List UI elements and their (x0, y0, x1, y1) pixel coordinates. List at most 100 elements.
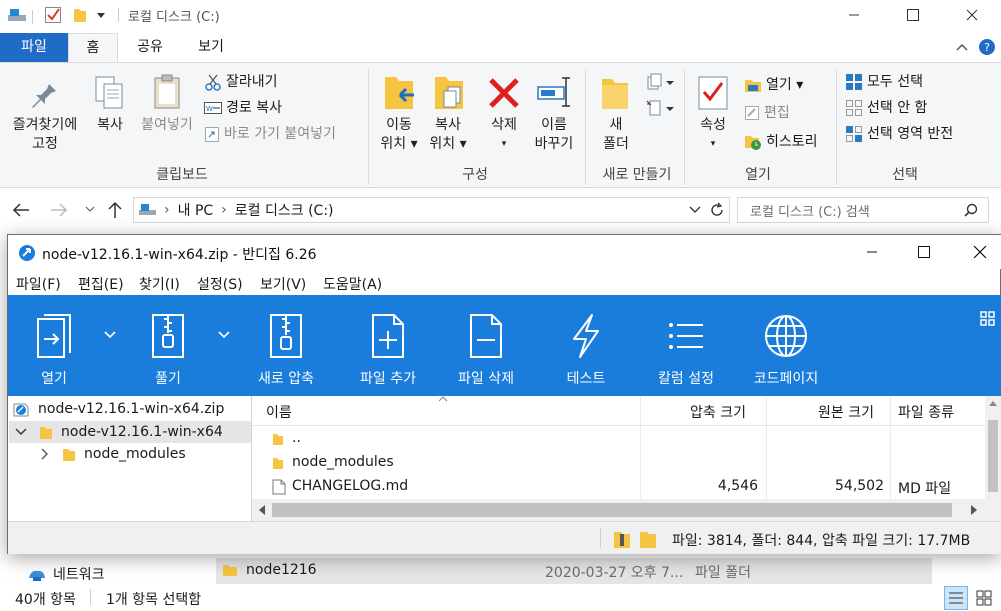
menu-edit[interactable]: 편집(E) (78, 274, 124, 294)
help-icon[interactable]: ? (978, 38, 996, 56)
tree-collapsed-chevron-icon[interactable] (40, 448, 50, 460)
file-list-row[interactable]: node1216 2020-03-27 오후 7... 파일 폴더 (216, 558, 932, 584)
invert-selection-icon (845, 125, 863, 143)
toolbar-columns-label: 칼럼 설정 (658, 371, 714, 387)
new-folder-qat-icon[interactable] (72, 6, 88, 24)
tree-expanded-chevron-icon[interactable] (15, 427, 27, 437)
details-view-icon[interactable] (944, 586, 968, 610)
bz-maximize-button[interactable] (900, 237, 948, 267)
move-to-button[interactable]: 이동 위치 ▾ (372, 116, 426, 154)
column-header-original-size[interactable]: 원본 크기 (818, 402, 874, 422)
layout-grid-icon[interactable] (980, 311, 996, 327)
breadcrumb-chevron-icon[interactable]: › (164, 202, 170, 218)
scroll-up-icon[interactable] (989, 400, 997, 406)
organize-group-title: 구성 (462, 167, 488, 183)
cut-button[interactable]: 잘라내기 (204, 72, 278, 92)
column-header-packed-size[interactable]: 압축 크기 (690, 402, 746, 422)
toolbar-test-label: 테스트 (566, 371, 606, 387)
breadcrumb-chevron-icon[interactable]: › (221, 202, 227, 218)
vertical-scrollbar[interactable] (985, 396, 1001, 521)
properties-button[interactable]: 속성 ▾ (690, 116, 736, 154)
list-item[interactable]: node_modules (252, 451, 985, 475)
edit-button[interactable]: 편집 (744, 103, 790, 123)
close-button[interactable] (948, 0, 996, 30)
pin-to-quick-access-button[interactable]: 즐겨찾기에 고정 (6, 116, 84, 154)
history-button[interactable]: 히스토리 (744, 132, 818, 152)
properties-check-icon[interactable] (44, 6, 62, 24)
new-folder-button[interactable]: 새 폴더 (594, 116, 638, 154)
list-header: 이름 압축 크기 원본 크기 파일 종류 (252, 396, 985, 426)
tree-item-root-folder[interactable]: node-v12.16.1-win-x64 (9, 421, 251, 443)
toolbar-columns-button[interactable]: 칼럼 설정 (648, 295, 724, 396)
rename-button[interactable]: 이름 바꾸기 (528, 116, 580, 154)
horizontal-scrollbar[interactable] (252, 499, 985, 521)
easy-access-icon[interactable] (646, 99, 676, 117)
search-icon[interactable] (964, 203, 978, 217)
qat-dropdown-icon[interactable] (96, 8, 106, 26)
toolbar-test-button[interactable]: 테스트 (552, 295, 620, 396)
open-button[interactable]: 열기 ▾ (744, 75, 803, 95)
bz-close-button[interactable] (956, 237, 1001, 267)
minimize-button[interactable] (830, 0, 878, 30)
group-separator (585, 69, 586, 185)
large-icons-view-icon[interactable] (972, 586, 996, 610)
new-item-icon[interactable] (646, 73, 676, 91)
menu-file[interactable]: 파일(F) (16, 274, 61, 294)
delete-button[interactable]: 삭제 ▾ (482, 116, 526, 154)
tree-item-archive[interactable]: node-v12.16.1-win-x64.zip (12, 398, 224, 420)
address-dropdown-icon[interactable] (689, 204, 701, 214)
menu-find[interactable]: 찾기(I) (139, 274, 180, 294)
maximize-button[interactable] (889, 0, 937, 30)
scrollbar-thumb[interactable] (988, 420, 998, 492)
toolbar-add-file-button[interactable]: 파일 추가 (348, 295, 428, 396)
bz-minimize-button[interactable] (848, 237, 896, 267)
paste-shortcut-button[interactable]: 바로 가기 붙여넣기 (204, 124, 336, 144)
nav-pane-network[interactable]: 네트워크 (27, 564, 105, 584)
up-arrow-icon[interactable] (107, 201, 123, 219)
search-input[interactable]: 로컬 디스크 (C:) 검색 (737, 197, 989, 223)
invert-selection-button[interactable]: 선택 영역 반전 (845, 124, 953, 144)
clipboard-group-title: 클립보드 (156, 167, 208, 183)
back-arrow-icon[interactable] (12, 202, 30, 218)
tab-file[interactable]: 파일 (0, 33, 68, 63)
select-none-button[interactable]: 선택 안 함 (845, 98, 927, 118)
address-bar[interactable]: › 내 PC › 로컬 디스크 (C:) (133, 197, 730, 223)
refresh-icon[interactable] (709, 202, 725, 218)
paste-button[interactable]: 붙여넣기 (136, 116, 198, 135)
scroll-left-icon[interactable] (258, 505, 266, 515)
tab-view[interactable]: 보기 (180, 33, 242, 63)
globe-icon (763, 313, 809, 359)
copy-button[interactable]: 복사 (90, 116, 130, 135)
zip-archive-icon (612, 528, 632, 550)
toolbar-open-button[interactable]: 열기 (22, 295, 86, 396)
new-label-1: 새 (609, 117, 623, 133)
forward-arrow-icon[interactable] (50, 202, 68, 218)
breadcrumb-drive[interactable]: 로컬 디스크 (C:) (235, 200, 334, 220)
breadcrumb-pc[interactable]: 내 PC (178, 200, 214, 220)
menu-help[interactable]: 도움말(A) (323, 274, 382, 294)
copy-path-button[interactable]: W 경로 복사 (204, 98, 282, 118)
scroll-right-icon[interactable] (970, 505, 978, 515)
toolbar-delete-file-button[interactable]: 파일 삭제 (446, 295, 526, 396)
menu-view[interactable]: 보기(V) (260, 274, 306, 294)
toolbar-new-archive-label: 새로 압축 (258, 371, 314, 387)
extract-dropdown-icon[interactable] (218, 329, 230, 339)
select-all-button[interactable]: 모두 선택 (845, 72, 923, 92)
list-item[interactable]: CHANGELOG.md 4,546 54,502 MD 파일 (252, 475, 985, 499)
copy-to-button[interactable]: 복사 위치 ▾ (420, 116, 476, 154)
open-dropdown-icon[interactable] (104, 329, 116, 339)
ribbon-collapse-icon[interactable] (955, 41, 969, 53)
tree-item-node-modules[interactable]: node_modules (40, 443, 186, 465)
column-header-file-type[interactable]: 파일 종류 (898, 402, 954, 422)
menu-settings[interactable]: 설정(S) (197, 274, 243, 294)
recent-locations-icon[interactable] (85, 205, 95, 213)
column-header-name[interactable]: 이름 (266, 402, 292, 422)
scrollbar-thumb[interactable] (272, 503, 952, 517)
tab-home[interactable]: 홈 (68, 33, 118, 63)
list-item[interactable]: .. (252, 427, 985, 451)
toolbar-extract-button[interactable]: 풀기 (136, 295, 200, 396)
zip-extract-icon (148, 313, 188, 359)
toolbar-codepage-button[interactable]: 코드페이지 (744, 295, 828, 396)
tab-share[interactable]: 공유 (122, 33, 178, 63)
toolbar-new-archive-button[interactable]: 새로 압축 (250, 295, 322, 396)
